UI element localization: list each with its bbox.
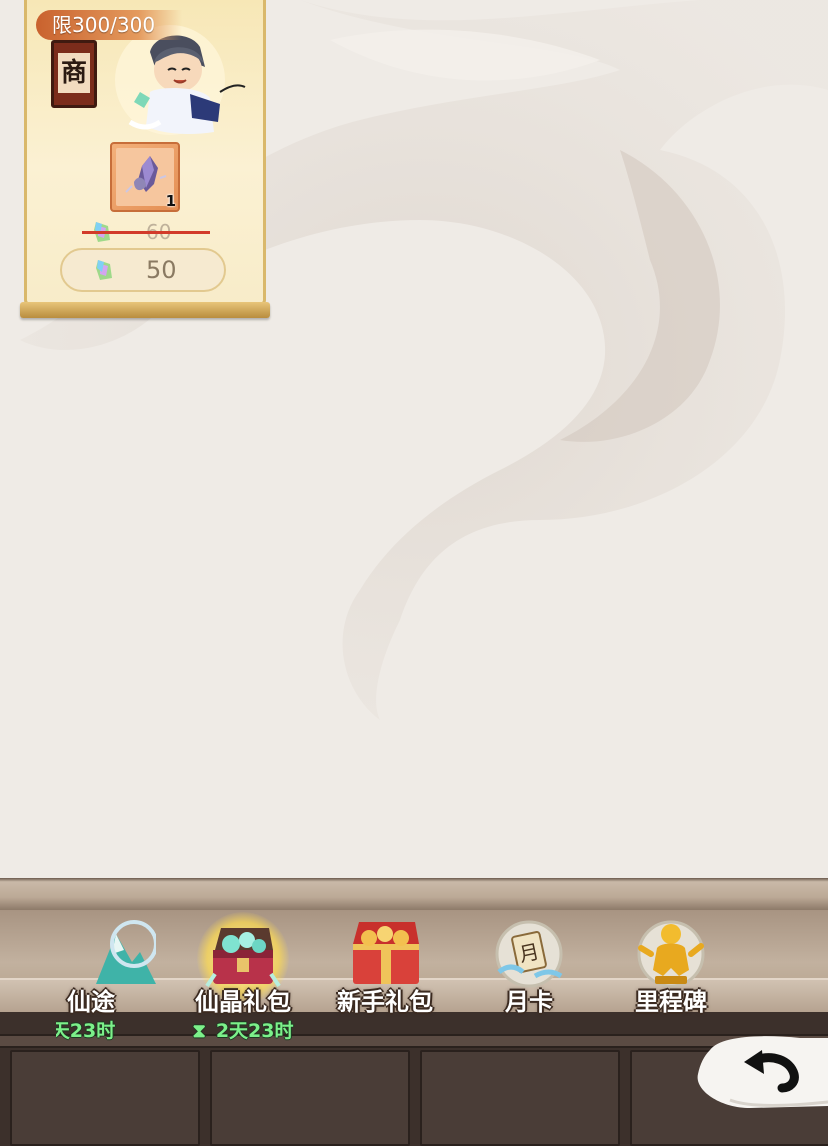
item-slot[interactable]: 1: [110, 142, 180, 212]
nav-label: 仙途: [67, 988, 115, 1016]
back-button[interactable]: [690, 1030, 828, 1114]
nav-item-milestone[interactable]: 里程碑: [606, 912, 736, 1042]
current-price: 50: [146, 256, 177, 284]
nav-item-month-card[interactable]: 月 月卡: [464, 912, 594, 1042]
nav-item-newbie-gift[interactable]: 新手礼包: [320, 912, 450, 1042]
nav-label: 仙晶礼包: [195, 988, 291, 1016]
hourglass-icon: ⧗: [192, 1020, 206, 1042]
purchase-limit-badge: 限300/300: [36, 10, 182, 40]
shelf-panel: [210, 1050, 410, 1146]
nav-label: 里程碑: [635, 988, 707, 1016]
nav-timer-text: 2天23时: [215, 1020, 294, 1042]
crystal-icon: [96, 260, 112, 280]
original-price-row: 60: [80, 218, 210, 246]
nav-label: 新手礼包: [337, 988, 433, 1016]
shelf-panel: [420, 1050, 620, 1146]
shop-sign-char: 商: [58, 53, 90, 93]
price-strikethrough: [82, 231, 210, 234]
nav-label: 月卡: [505, 988, 553, 1016]
shop-item-card[interactable]: 限300/300 商 1 60 50: [20, 0, 270, 318]
card-scroll-base: [20, 302, 270, 318]
nav-item-xiantu[interactable]: 仙途 天23时: [56, 912, 166, 1042]
item-quantity: 1: [165, 192, 176, 210]
nav-timer: ⧗ 2天23时: [178, 1016, 308, 1043]
nav-item-xianjing-gift[interactable]: 仙晶礼包 ⧗ 2天23时: [178, 912, 308, 1042]
buy-price-button[interactable]: 50: [60, 248, 226, 292]
shop-sign-icon: 商: [51, 40, 97, 108]
shelf-panel: [10, 1050, 200, 1146]
nav-timer: 天23时: [56, 1020, 116, 1042]
shelf-top: [0, 878, 828, 910]
